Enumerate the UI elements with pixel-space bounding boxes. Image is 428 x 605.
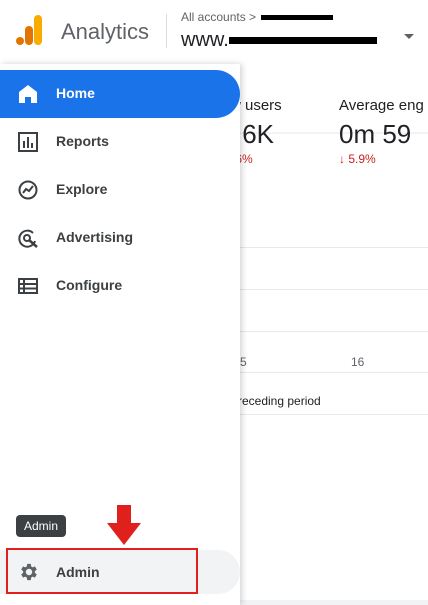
trend-chart bbox=[238, 200, 428, 240]
chart-gridline bbox=[238, 414, 428, 415]
sidebar-item-label: Home bbox=[56, 85, 95, 101]
sidebar-item-configure[interactable]: Configure bbox=[0, 262, 240, 310]
sidebar-item-label: Explore bbox=[56, 181, 108, 197]
x-tick-label: 5 bbox=[240, 355, 247, 369]
sidebar-item-label: Advertising bbox=[56, 229, 134, 245]
chart-gridline bbox=[238, 247, 428, 248]
sidebar-item-home[interactable]: Home bbox=[0, 70, 240, 118]
header-divider bbox=[166, 14, 167, 48]
bar-chart-icon bbox=[18, 132, 38, 152]
chart-gridline bbox=[238, 331, 428, 332]
explore-icon bbox=[18, 180, 38, 200]
property-dropdown-icon[interactable] bbox=[404, 34, 414, 39]
property-name: www. bbox=[181, 29, 229, 51]
advertising-icon bbox=[18, 229, 38, 248]
legend-label: receding period bbox=[238, 394, 321, 408]
metric-value: 0m 59 bbox=[339, 119, 412, 149]
metric-label: Average eng bbox=[339, 97, 424, 114]
property-selector[interactable]: www. bbox=[181, 29, 377, 52]
chart-gridline bbox=[238, 289, 428, 290]
sidebar-item-advertising[interactable]: Advertising bbox=[0, 214, 240, 262]
analytics-logo[interactable] bbox=[16, 15, 42, 45]
app-name: Analytics bbox=[61, 19, 150, 44]
account-breadcrumb[interactable]: All accounts > bbox=[181, 10, 334, 24]
sidebar-item-label: Configure bbox=[56, 277, 123, 293]
metric-value: .6K bbox=[235, 119, 275, 149]
sidebar-item-explore[interactable]: Explore bbox=[0, 166, 240, 214]
sidebar-item-reports[interactable]: Reports bbox=[0, 118, 240, 166]
chart-gridline bbox=[238, 372, 428, 373]
home-icon bbox=[19, 85, 37, 103]
sidebar-item-label: Reports bbox=[56, 133, 109, 149]
admin-tooltip: Admin bbox=[16, 515, 67, 537]
list-icon bbox=[18, 278, 38, 294]
metric-change: ↓ 5.9% bbox=[339, 152, 376, 166]
redacted-account-name bbox=[261, 15, 334, 21]
annotation-arrow bbox=[107, 505, 141, 545]
annotation-highlight-box bbox=[6, 548, 198, 594]
top-bar: Analytics All accounts > www. bbox=[0, 0, 428, 64]
redacted-property-name bbox=[228, 37, 377, 45]
account-breadcrumb-label: All accounts > bbox=[181, 10, 257, 24]
x-tick-label: 16 bbox=[351, 355, 365, 369]
